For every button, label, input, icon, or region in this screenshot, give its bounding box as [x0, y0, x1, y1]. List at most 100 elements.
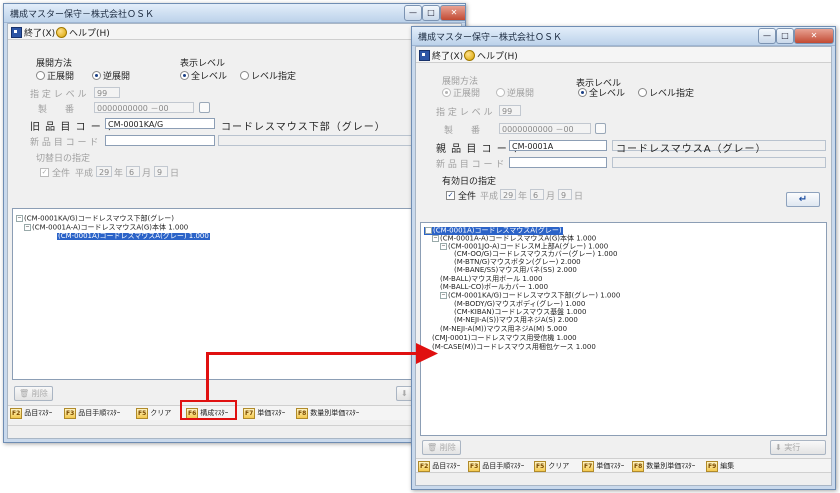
- new-code-field[interactable]: [105, 135, 215, 146]
- close-button[interactable]: ✕: [440, 5, 465, 21]
- day-field[interactable]: 9: [154, 166, 168, 177]
- window-title: 構成マスター保守－株式会社ＯＳＫ: [10, 10, 155, 20]
- tree-node[interactable]: (CMJ-0001)コードレスマウス用受信機 1.000: [432, 335, 577, 342]
- tree-node-selected[interactable]: (CM-0001A)コードレスマウスA(グレー) 1.000: [57, 233, 210, 240]
- minimize-button[interactable]: —: [404, 5, 422, 21]
- menu-exit[interactable]: 終了(X): [419, 49, 463, 62]
- radio-level-specified[interactable]: [240, 71, 249, 80]
- code-field[interactable]: CM-0001A: [509, 140, 607, 151]
- fkey-f2[interactable]: F2 品目ﾏｽﾀｰ: [418, 461, 460, 472]
- structure-tree[interactable]: − (CM-0001A)コードレスマウスA(グレー) − (CM-0001A-A)コ…: [420, 222, 827, 436]
- era-label: 平成: [75, 169, 94, 179]
- year-field[interactable]: 29: [500, 189, 516, 200]
- delete-button[interactable]: 🗑 削除: [14, 386, 53, 401]
- day-unit: 日: [170, 169, 180, 179]
- close-button[interactable]: ✕: [794, 28, 834, 44]
- radio-level-all[interactable]: [578, 88, 587, 97]
- fkey-f2[interactable]: F2 品目ﾏｽﾀｰ: [10, 408, 52, 419]
- serial-field[interactable]: 0000000000 －00: [94, 102, 194, 113]
- radio-level-all[interactable]: [180, 71, 189, 80]
- code-field[interactable]: CM-0001KA/G: [105, 118, 215, 129]
- collapse-icon[interactable]: −: [432, 235, 439, 242]
- collapse-icon[interactable]: −: [24, 224, 31, 231]
- all-checkbox[interactable]: ✓: [40, 168, 49, 177]
- all-label: 全件: [52, 169, 71, 179]
- month-unit: 月: [142, 169, 152, 179]
- menu-bar: 終了(X) ヘルプ(H): [416, 47, 831, 63]
- serial-lookup-button[interactable]: [595, 123, 606, 134]
- tree-node[interactable]: (CM-KIBAN)コードレスマウス基盤 1.000: [454, 309, 586, 316]
- fkey-f8[interactable]: F8 数量別単価ﾏｽﾀｰ: [296, 408, 359, 419]
- specified-level-field[interactable]: 99: [499, 105, 521, 116]
- tree-node[interactable]: − (CM-0001KA/G)コードレスマウス下部(グレー): [16, 215, 174, 223]
- fkey-f3[interactable]: F3 品目手順ﾏｽﾀｰ: [64, 408, 120, 419]
- all-checkbox[interactable]: ✓: [446, 191, 455, 200]
- level-all-label: 全レベル: [191, 72, 228, 82]
- status-bar: [416, 472, 831, 485]
- tree-node[interactable]: (M-NEJI-A(M))マウス用ネジA(M) 5.000: [440, 326, 567, 333]
- serial-lookup-button[interactable]: [199, 102, 210, 113]
- fkey-f5[interactable]: F5 クリア: [136, 408, 171, 419]
- tree-node[interactable]: − (CM-0001A-A)コードレスマウスA(G)本体 1.000: [24, 224, 188, 232]
- window-left: 構成マスター保守－株式会社ＯＳＫ — □ ✕ 終了(X) ヘルプ(H) 展開方法…: [3, 3, 466, 443]
- day-field[interactable]: 9: [558, 189, 572, 200]
- tree-node-selected[interactable]: − (CM-0001A)コードレスマウスA(グレー): [424, 227, 563, 235]
- fkey-f3[interactable]: F3 品目手順ﾏｽﾀｰ: [468, 461, 524, 472]
- menu-exit[interactable]: 終了(X): [11, 26, 55, 39]
- maximize-button[interactable]: □: [776, 28, 794, 44]
- exec-button[interactable]: ⬇ 実行: [770, 440, 826, 455]
- collapse-icon[interactable]: −: [440, 292, 447, 299]
- minimize-button[interactable]: —: [758, 28, 776, 44]
- code-label: 旧 品 目 コ ー ド: [30, 122, 117, 133]
- tree-node[interactable]: (M-BALL-CO)ボールカバー 1.000: [440, 284, 548, 291]
- specified-level-field[interactable]: 99: [94, 87, 120, 98]
- window-right: 構成マスター保守－株式会社ＯＳＫ — □ ✕ 終了(X) ヘルプ(H) 展開方法…: [411, 26, 836, 490]
- enter-button[interactable]: ↵: [786, 192, 820, 207]
- expand-method-label: 展開方法: [36, 59, 73, 69]
- reverse-expand-label: 逆展開: [507, 89, 535, 99]
- collapse-icon[interactable]: −: [440, 243, 447, 250]
- tree-node[interactable]: − (CM-0001A-A)コードレスマウスA(G)本体 1.000: [432, 235, 596, 243]
- collapse-icon[interactable]: −: [16, 215, 23, 222]
- client-area: 終了(X) ヘルプ(H) 展開方法 正展開 逆展開 表示レベル 全レベル レベル…: [415, 46, 832, 486]
- new-code-field[interactable]: [509, 157, 607, 168]
- forward-expand-label: 正展開: [47, 72, 75, 82]
- radio-reverse-expand[interactable]: [496, 88, 505, 97]
- tree-node[interactable]: (M-BALL)マウス用ボール 1.000: [440, 276, 542, 283]
- fkey-f7[interactable]: F7 単価ﾏｽﾀｰ: [243, 408, 285, 419]
- fkey-f8[interactable]: F8 数量別単価ﾏｽﾀｰ: [632, 461, 695, 472]
- radio-level-specified[interactable]: [638, 88, 647, 97]
- maximize-button[interactable]: □: [422, 5, 440, 21]
- year-field[interactable]: 29: [96, 166, 112, 177]
- specified-level-label: 指 定 レ ベ ル: [436, 108, 493, 118]
- menu-help[interactable]: ヘルプ(H): [56, 26, 110, 39]
- delete-button[interactable]: 🗑 削除: [422, 440, 461, 455]
- tree-node[interactable]: (M-BTN/G)マウスボタン(グレー) 2.000: [454, 259, 581, 266]
- menu-help[interactable]: ヘルプ(H): [464, 49, 518, 62]
- tree-node[interactable]: − (CM-0001KA/G)コードレスマウス下部(グレー) 1.000: [440, 292, 620, 300]
- collapse-icon[interactable]: −: [425, 227, 432, 234]
- serial-field[interactable]: 0000000000 －00: [499, 123, 591, 134]
- code-name: コードレスマウスA（グレー）: [616, 144, 767, 155]
- function-key-bar: F2 品目ﾏｽﾀｰ F3 品目手順ﾏｽﾀｰ F5 クリア F7 単価ﾏｽﾀｰ F8 数量別…: [416, 458, 831, 473]
- month-field[interactable]: 6: [530, 189, 544, 200]
- month-unit: 月: [546, 192, 556, 202]
- tree-node[interactable]: (CM-OO/G)コードレスマウスカバー(グレー) 1.000: [454, 251, 617, 258]
- specified-level-label: 指 定 レ ベ ル: [30, 90, 87, 100]
- forward-expand-label: 正展開: [453, 89, 481, 99]
- tree-node[interactable]: (M-NEJI-A(S))マウス用ネジA(S) 2.000: [454, 317, 578, 324]
- tree-node[interactable]: (M-CASE(M))コードレスマウス用梱包ケース 1.000: [432, 344, 596, 351]
- month-field[interactable]: 6: [126, 166, 140, 177]
- client-area: 終了(X) ヘルプ(H) 展開方法 正展開 逆展開 表示レベル 全レベル レベル…: [7, 23, 462, 439]
- tree-node[interactable]: (M-BANE/SS)マウス用バネ(SS) 2.000: [454, 267, 577, 274]
- tree-node[interactable]: (M-BODY/G)マウスボディ(グレー) 1.000: [454, 301, 585, 308]
- radio-forward-expand[interactable]: [36, 71, 45, 80]
- year-unit: 年: [114, 169, 124, 179]
- radio-forward-expand[interactable]: [442, 88, 451, 97]
- radio-reverse-expand[interactable]: [92, 71, 101, 80]
- serial-label: 製 番: [444, 126, 481, 136]
- fkey-f9[interactable]: F9 編集: [706, 461, 734, 472]
- fkey-f5[interactable]: F5 クリア: [534, 461, 569, 472]
- menu-exit-label: 終了(X): [24, 29, 56, 39]
- fkey-f7[interactable]: F7 単価ﾏｽﾀｰ: [582, 461, 624, 472]
